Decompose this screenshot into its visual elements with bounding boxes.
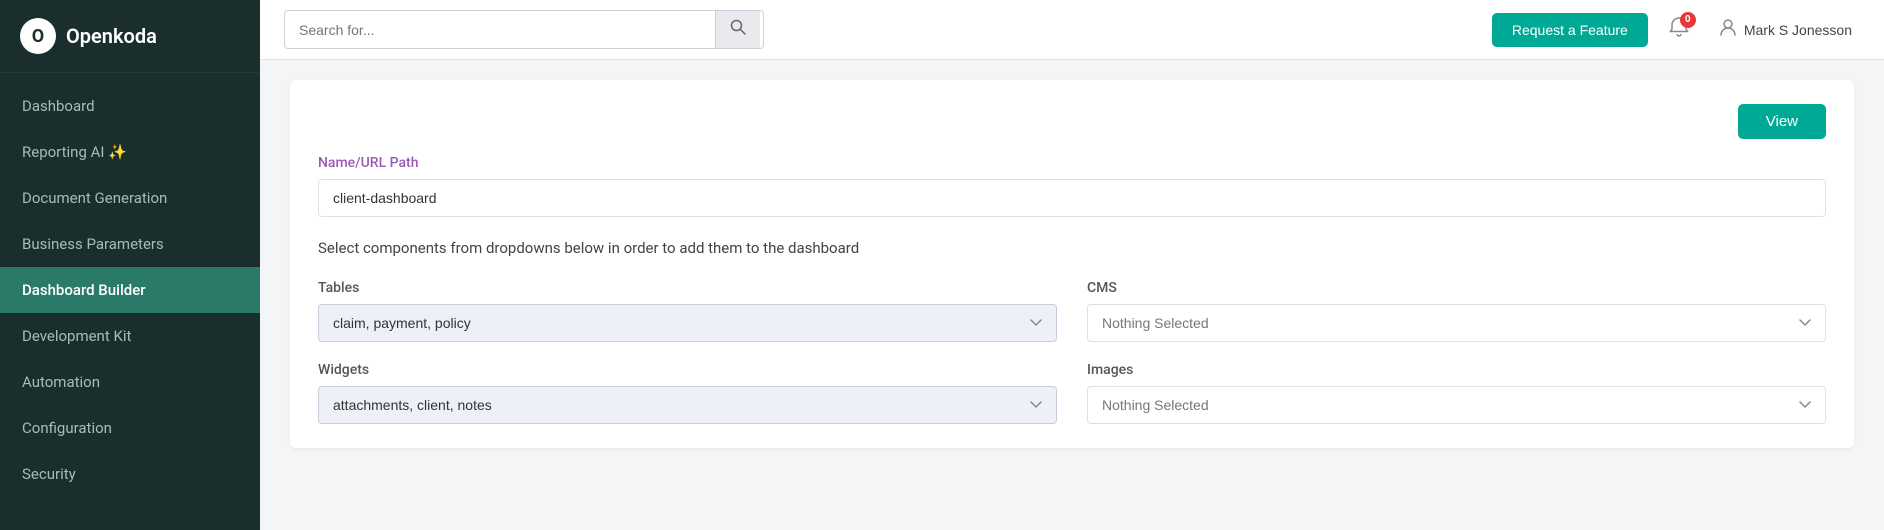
name-url-field-group: Name/URL Path	[318, 155, 1826, 237]
sidebar-item-dashboard[interactable]: Dashboard	[0, 83, 260, 129]
sidebar-item-security[interactable]: Security	[0, 451, 260, 497]
images-select[interactable]: Nothing Selected	[1087, 386, 1826, 424]
content-area: View Name/URL Path Select components fro…	[260, 60, 1884, 530]
widgets-select[interactable]: attachments, client, notes	[318, 386, 1057, 424]
sidebar-item-document-generation[interactable]: Document Generation	[0, 175, 260, 221]
search-container	[284, 10, 764, 49]
content-card: View Name/URL Path Select components fro…	[290, 80, 1854, 448]
cms-select[interactable]: Nothing Selected	[1087, 304, 1826, 342]
cms-label: CMS	[1087, 280, 1826, 296]
name-url-label: Name/URL Path	[318, 155, 1826, 171]
search-button[interactable]	[715, 11, 760, 48]
logo-text: Openkoda	[66, 24, 157, 48]
main-area: Request a Feature 0 Mark S Jonesson	[260, 0, 1884, 530]
sidebar-item-automation[interactable]: Automation	[0, 359, 260, 405]
user-name: Mark S Jonesson	[1744, 22, 1852, 38]
sidebar-logo: O Openkoda	[0, 0, 260, 73]
notification-button[interactable]: 0	[1660, 12, 1698, 48]
tables-label: Tables	[318, 280, 1057, 296]
sidebar-item-reporting-ai[interactable]: Reporting AI ✨	[0, 129, 260, 175]
user-menu-button[interactable]: Mark S Jonesson	[1710, 13, 1860, 46]
view-button[interactable]: View	[1738, 104, 1826, 139]
logo-icon: O	[20, 18, 56, 54]
user-icon	[1718, 17, 1738, 42]
header: Request a Feature 0 Mark S Jonesson	[260, 0, 1884, 60]
sidebar-item-dashboard-builder[interactable]: Dashboard Builder	[0, 267, 260, 313]
sidebar-item-business-parameters[interactable]: Business Parameters	[0, 221, 260, 267]
name-url-input[interactable]	[318, 179, 1826, 217]
sidebar-nav: Dashboard Reporting AI ✨ Document Genera…	[0, 73, 260, 530]
sidebar-item-development-kit[interactable]: Development Kit	[0, 313, 260, 359]
images-label: Images	[1087, 362, 1826, 378]
search-input[interactable]	[285, 14, 715, 46]
tables-select[interactable]: claim, payment, policy	[318, 304, 1057, 342]
dropdowns-grid: Tables claim, payment, policy CMS Nothin…	[318, 280, 1826, 424]
images-dropdown-group: Images Nothing Selected	[1087, 362, 1826, 424]
instructions-text: Select components from dropdowns below i…	[318, 237, 1826, 260]
sidebar: O Openkoda Dashboard Reporting AI ✨ Docu…	[0, 0, 260, 530]
cms-dropdown-group: CMS Nothing Selected	[1087, 280, 1826, 342]
sidebar-item-configuration[interactable]: Configuration	[0, 405, 260, 451]
widgets-label: Widgets	[318, 362, 1057, 378]
tables-dropdown-group: Tables claim, payment, policy	[318, 280, 1057, 342]
card-header-row: View	[318, 104, 1826, 139]
notification-badge: 0	[1680, 12, 1696, 28]
search-icon	[730, 19, 746, 40]
widgets-dropdown-group: Widgets attachments, client, notes	[318, 362, 1057, 424]
request-feature-button[interactable]: Request a Feature	[1492, 13, 1648, 47]
